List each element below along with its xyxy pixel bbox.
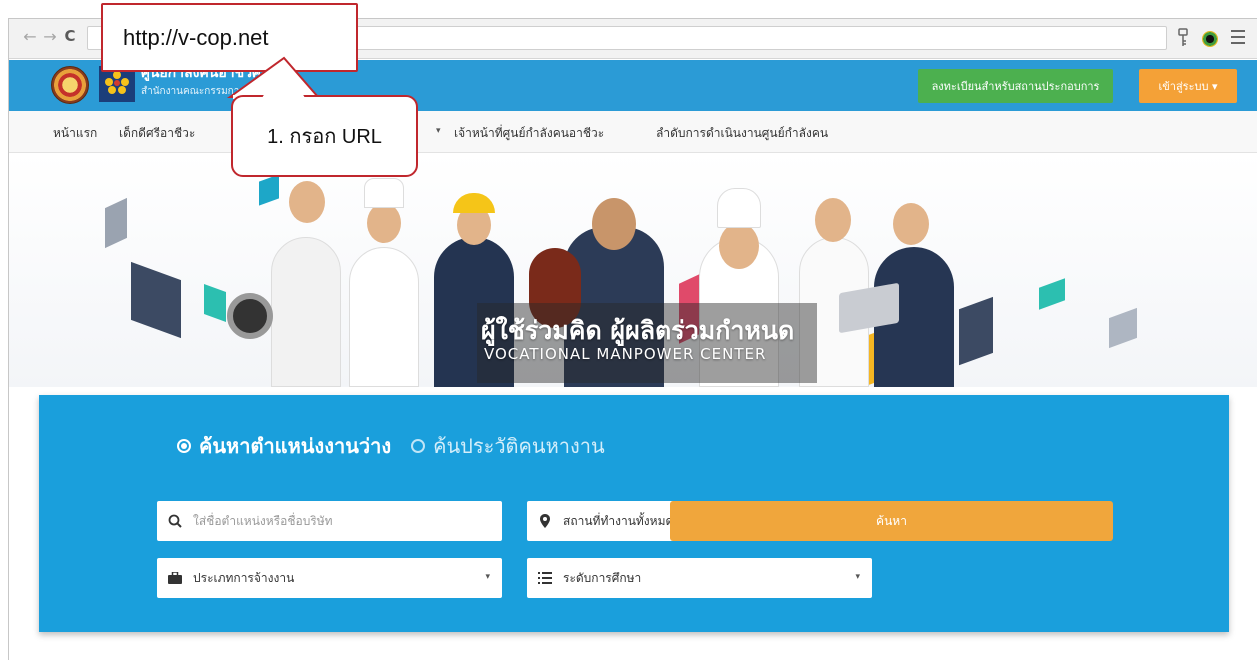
chef-hat-icon: [717, 188, 761, 228]
search-panel: ค้นหาตำแหน่งงานว่าง ค้นประวัติคนหางาน ใส…: [39, 395, 1229, 632]
person-head: [367, 203, 401, 243]
hero-subtitle: VOCATIONAL MANPOWER CENTER: [484, 345, 767, 363]
extension-icon[interactable]: [1202, 31, 1218, 47]
person-chef: [349, 247, 419, 387]
decor-shape: [131, 261, 181, 339]
search-icon: [157, 514, 193, 528]
chevron-down-icon: ▾: [485, 572, 490, 582]
key-icon[interactable]: [1177, 28, 1189, 48]
decor-shape: [105, 197, 127, 249]
back-arrow-icon[interactable]: ←: [21, 27, 39, 46]
employment-type-select[interactable]: ประเภทการจ้างงาน ▾: [157, 558, 502, 598]
url-callout: http://v-cop.net: [101, 3, 358, 72]
decor-shape: [1039, 278, 1065, 310]
radio-candidate-search[interactable]: [411, 439, 426, 453]
keyword-placeholder: ใส่ชื่อตำแหน่งหรือชื่อบริษัท: [193, 513, 333, 528]
keyword-input[interactable]: ใส่ชื่อตำแหน่งหรือชื่อบริษัท: [157, 501, 502, 541]
hard-hat-icon: [453, 193, 495, 213]
login-button[interactable]: เข้าสู่ระบบ ▾: [1139, 69, 1237, 103]
reload-icon[interactable]: C: [61, 27, 79, 45]
radio-label-job-search[interactable]: ค้นหาตำแหน่งงานว่าง: [199, 430, 391, 462]
step-callout: 1. กรอก URL: [231, 95, 418, 177]
search-button[interactable]: ค้นหา: [670, 501, 1113, 541]
person-head: [893, 203, 929, 245]
menu-item-good-students[interactable]: เด็กดีศรีอาชีวะ: [119, 124, 195, 143]
main-menu: หน้าแรก เด็กดีศรีอาชีวะ ▾ เจ้าหน้าที่ศูน…: [9, 111, 1257, 153]
location-value: สถานที่ทำงานทั้งหมด: [563, 513, 674, 528]
decor-shape: [259, 174, 279, 206]
person-waitress: [271, 237, 341, 387]
radio-job-search[interactable]: [177, 439, 191, 453]
education-level-value: ระดับการศึกษา: [563, 570, 642, 585]
education-level-select[interactable]: ระดับการศึกษา ▾: [527, 558, 872, 598]
frying-pan-icon: [227, 293, 273, 339]
hero-banner: ผู้ใช้ร่วมคิด ผู้ผลิตร่วมกำหนด VOCATIONA…: [9, 153, 1257, 387]
person-head: [289, 181, 325, 223]
register-button[interactable]: ลงทะเบียนสำหรับสถานประกอบการ: [918, 69, 1113, 103]
menu-item-home[interactable]: หน้าแรก: [53, 124, 97, 143]
menu-item-staff[interactable]: เจ้าหน้าที่ศูนย์กำลังคนอาชีวะ: [454, 124, 604, 143]
briefcase-icon: [157, 572, 193, 584]
forward-arrow-icon[interactable]: →: [41, 27, 59, 46]
person-head: [719, 223, 759, 269]
search-mode-selector: ค้นหาตำแหน่งงานว่าง ค้นประวัติคนหางาน: [177, 430, 605, 462]
decor-shape: [959, 296, 993, 366]
chevron-down-icon[interactable]: ▾: [436, 126, 441, 136]
menu-item-workflow[interactable]: ลำดับการดำเนินงานศูนย์กำลังคน: [656, 124, 828, 143]
employment-type-value: ประเภทการจ้างงาน: [193, 570, 295, 585]
seal-logo-icon[interactable]: [51, 66, 89, 104]
map-pin-icon: [527, 514, 563, 528]
decor-shape: [204, 283, 226, 323]
list-icon: [527, 572, 563, 584]
browser-window: ← → C ศูนย์กำลังคนอาชีวศึกษา สำนักงานคณะ…: [8, 18, 1257, 660]
chef-hat-icon: [364, 178, 404, 208]
decor-shape: [1109, 307, 1137, 349]
person-head: [592, 198, 636, 250]
hamburger-menu-icon[interactable]: [1231, 30, 1245, 46]
radio-label-candidate-search[interactable]: ค้นประวัติคนหางาน: [433, 430, 605, 462]
chevron-down-icon: ▾: [855, 572, 860, 582]
person-head: [815, 198, 851, 242]
